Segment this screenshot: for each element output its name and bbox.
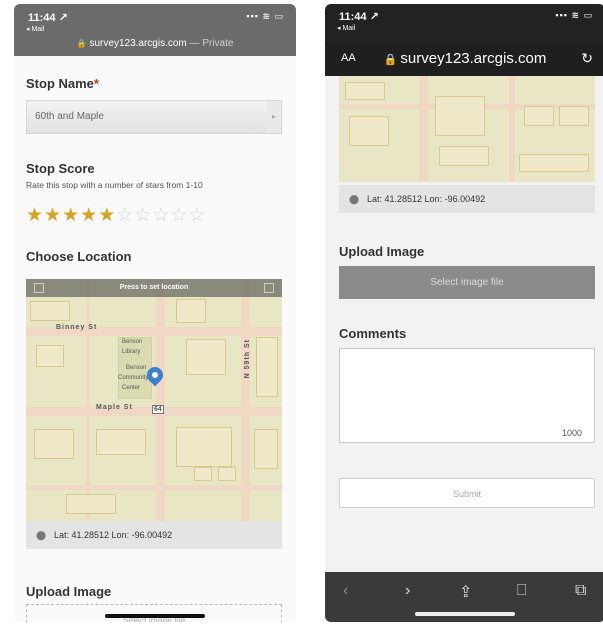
star-empty-icon[interactable]: ☆ — [116, 205, 134, 226]
pin-icon: ⬤ — [36, 530, 47, 540]
home-indicator[interactable] — [415, 612, 515, 616]
stop-score-label: Stop Score — [26, 161, 95, 176]
submit-button[interactable]: Submit — [339, 478, 595, 508]
coordinates-text: Lat: 41.28512 Lon: -96.00492 — [367, 194, 486, 204]
safari-toolbar: ‹ › ⇪ ⎕ ⧉ — [325, 572, 603, 622]
place-label: Center — [122, 385, 141, 391]
url-field[interactable]: 🔒 survey123.arcgis.com — [325, 50, 603, 67]
forward-button[interactable]: › — [405, 582, 410, 600]
back-to-mail-link[interactable]: ◂ Mail — [26, 25, 44, 33]
signal-wifi-battery-icons: ▪▪▪ ≋ ▭ — [246, 11, 284, 21]
phone-screen-left: 11:44 ↗ ◂ Mail ▪▪▪ ≋ ▭ 🔒 survey123.arcgis… — [14, 4, 296, 622]
place-label: Community — [118, 375, 149, 381]
coordinates-bar: ⬤ Lat: 41.28512 Lon: -96.00492 — [339, 185, 595, 213]
choose-location-label: Choose Location — [26, 249, 132, 264]
coordinates-text: Lat: 41.28512 Lon: -96.00492 — [54, 530, 173, 540]
comments-textarea[interactable]: 1000 — [339, 348, 595, 443]
bookmarks-icon[interactable]: ⎕ — [517, 582, 527, 600]
back-button[interactable]: ‹ — [343, 582, 348, 600]
select-image-button[interactable]: Select image file — [339, 266, 595, 299]
stop-name-label: Stop Name* — [26, 76, 99, 91]
url-text: survey123.arcgis.com — [89, 38, 187, 49]
upload-image-label: Upload Image — [26, 584, 112, 599]
map-instruction-bar: Press to set location — [26, 279, 282, 297]
phone-screen-right: 11:44 ↗ ◂ Mail ▪▪▪ ≋ ▭ AA 🔒 survey123.ar… — [325, 4, 603, 622]
pin-icon: ⬤ — [349, 194, 360, 204]
char-counter: 1000 — [561, 428, 582, 438]
street-label-binney: Binney St — [56, 324, 98, 331]
upload-image-label: Upload Image — [339, 244, 425, 259]
signal-wifi-battery-icons: ▪▪▪ ≋ ▭ — [555, 10, 593, 20]
street-label-59th: N 59th St — [244, 339, 251, 379]
required-marker: * — [93, 76, 99, 91]
stop-name-value: 60th and Maple — [35, 111, 104, 122]
survey-form-scrolled: ⬤ Lat: 41.28512 Lon: -96.00492 Upload Im… — [325, 76, 603, 572]
place-label: Library — [122, 349, 141, 355]
star-filled-icon[interactable]: ★ — [98, 205, 116, 226]
location-map[interactable] — [339, 76, 595, 182]
place-label: Benson — [122, 339, 143, 345]
survey-form: Stop Name* 60th and Maple ▸ Stop Score R… — [14, 56, 296, 622]
map-instruction-text: Press to set location — [119, 284, 189, 291]
lock-icon: 🔒 — [76, 39, 87, 48]
star-empty-icon[interactable]: ☆ — [134, 205, 152, 226]
route-shield: 64 — [152, 405, 164, 414]
star-empty-icon[interactable]: ☆ — [152, 205, 170, 226]
status-time: 11:44 ↗ — [28, 12, 68, 24]
status-bar: 11:44 ↗ ◂ Mail ▪▪▪ ≋ ▭ — [325, 4, 603, 42]
select-image-button[interactable]: Select image file — [26, 604, 282, 622]
comments-label: Comments — [339, 326, 407, 341]
address-bar[interactable]: AA 🔒 survey123.arcgis.com ↻ — [325, 42, 603, 76]
map-control-icon[interactable] — [34, 283, 44, 293]
stop-score-hint: Rate this stop with a number of stars fr… — [26, 180, 203, 190]
share-icon[interactable]: ⇪ — [459, 582, 472, 602]
star-empty-icon[interactable]: ☆ — [170, 205, 188, 226]
star-filled-icon[interactable]: ★ — [80, 205, 98, 226]
coordinates-bar: ⬤ Lat: 41.28512 Lon: -96.00492 — [26, 521, 282, 549]
address-bar[interactable]: 🔒 survey123.arcgis.com — Private — [14, 34, 296, 56]
home-indicator[interactable] — [105, 614, 205, 618]
status-time: 11:44 ↗ — [339, 11, 379, 23]
star-empty-icon[interactable]: ☆ — [188, 205, 206, 226]
back-to-mail-link[interactable]: ◂ Mail — [337, 24, 355, 32]
star-filled-icon[interactable]: ★ — [62, 205, 80, 226]
reload-icon[interactable]: ↻ — [581, 50, 593, 67]
dropdown-caret-icon: ▸ — [267, 101, 281, 133]
star-filled-icon[interactable]: ★ — [44, 205, 62, 226]
tabs-icon[interactable]: ⧉ — [575, 582, 586, 600]
map-layers-icon[interactable] — [264, 283, 274, 293]
street-label-maple: Maple St — [96, 404, 133, 411]
stop-name-select[interactable]: 60th and Maple ▸ — [26, 100, 282, 134]
star-rating[interactable]: ★★★★★☆☆☆☆☆ — [26, 204, 206, 227]
star-filled-icon[interactable]: ★ — [26, 205, 44, 226]
place-label: Benson — [126, 365, 147, 371]
lock-icon: 🔒 — [383, 54, 401, 66]
url-text: survey123.arcgis.com — [400, 50, 547, 67]
location-map[interactable]: Press to set location Binney St Maple St… — [26, 279, 282, 521]
private-badge: — Private — [189, 38, 234, 49]
